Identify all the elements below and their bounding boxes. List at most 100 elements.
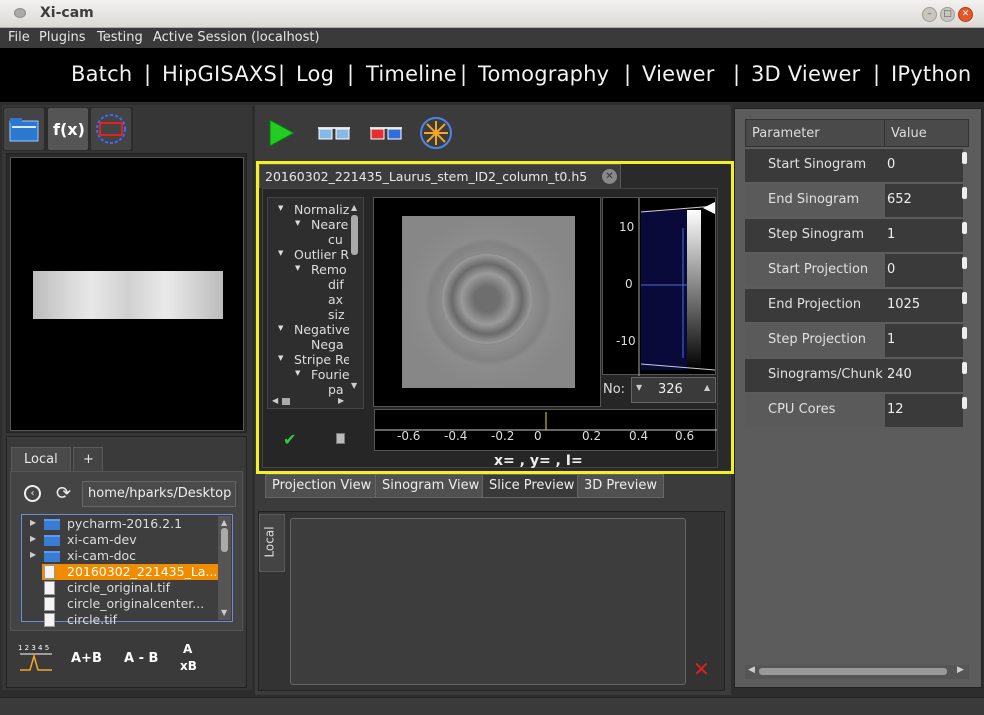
refresh-icon[interactable]: ⟳ <box>56 483 71 504</box>
close-icon[interactable]: ✕ <box>958 7 973 22</box>
param-spin-icon[interactable] <box>962 327 967 339</box>
expand-arrow-icon[interactable]: ▶ <box>30 534 36 543</box>
tree-item[interactable]: Neare <box>311 217 348 232</box>
minimize-icon[interactable]: – <box>922 7 937 22</box>
param-spin-icon[interactable] <box>962 292 967 304</box>
tab-3d-preview[interactable]: 3D Preview <box>577 474 665 498</box>
param-spin-icon[interactable] <box>962 152 967 164</box>
tree-expand-arrow-icon[interactable]: ▼ <box>278 249 283 257</box>
trash-icon[interactable] <box>336 433 345 444</box>
param-value: 0 <box>887 262 896 277</box>
tree-expand-arrow-icon[interactable]: ▼ <box>278 354 283 362</box>
tree-expand-arrow-icon[interactable]: ▼ <box>295 264 300 272</box>
play-icon[interactable] <box>266 118 298 148</box>
file-list-item[interactable]: circle.tif <box>24 612 218 628</box>
tab-add[interactable]: + <box>73 447 103 472</box>
param-row: Step Sinogram 1 <box>745 219 967 252</box>
tree-item[interactable]: pa <box>328 382 344 397</box>
expand-arrow-icon[interactable]: ▶ <box>30 518 36 527</box>
clear-log-icon[interactable]: ✕ <box>693 657 710 681</box>
histogram-widget[interactable]: 10 0 -10 <box>602 197 716 376</box>
tree-expand-arrow-icon[interactable]: ▼ <box>295 219 300 227</box>
tree-item[interactable]: Nega <box>311 337 344 352</box>
file-list-item[interactable]: ▶ xi-cam-doc <box>24 548 218 564</box>
expand-arrow-icon[interactable]: ▶ <box>30 550 36 559</box>
tree-item[interactable]: siz <box>328 307 345 322</box>
param-value-field[interactable]: 1 <box>885 324 967 357</box>
tree-item[interactable]: Outlier R <box>294 247 349 262</box>
menu-plugins[interactable]: Plugins <box>39 30 86 45</box>
menu-testing[interactable]: Testing <box>97 30 143 45</box>
param-hscrollbar[interactable]: ◀ ▶ <box>745 665 969 679</box>
image-view[interactable] <box>373 197 601 407</box>
nav-tomography[interactable]: Tomography <box>478 62 609 86</box>
slice-number-spinbox[interactable]: ▼ 326 ▲ <box>631 377 716 403</box>
tree-expand-arrow-icon[interactable]: ▼ <box>278 204 283 212</box>
subtract-tool-button[interactable]: A - B <box>124 651 158 666</box>
nav-separator: | <box>624 62 632 86</box>
function-icon[interactable]: f(x) <box>48 108 88 150</box>
nav-batch[interactable]: Batch <box>71 62 132 86</box>
maximize-icon[interactable]: □ <box>940 7 955 22</box>
spectrum-tool-icon[interactable]: 1 2 3 4 5 <box>18 644 54 674</box>
param-spin-icon[interactable] <box>962 257 967 269</box>
file-list-item[interactable]: 20160302_221435_La... <box>42 564 218 580</box>
document-tab[interactable]: 20160302_221435_Laurus_stem_ID2_column_t… <box>259 164 621 188</box>
tree-hscrollbar[interactable]: ◀ ▶ <box>270 396 350 408</box>
preview-glasses-icon[interactable] <box>316 120 352 146</box>
tree-expand-arrow-icon[interactable]: ▼ <box>278 324 283 332</box>
file-list-item[interactable]: ▶ xi-cam-dev <box>24 532 218 548</box>
tree-item[interactable]: Fourie <box>311 367 349 382</box>
param-spin-icon[interactable] <box>962 362 967 374</box>
nav-log[interactable]: Log <box>296 62 334 86</box>
slice-dropdown-arrow: ▼ <box>636 383 643 392</box>
add-tool-button[interactable]: A+B <box>71 651 102 666</box>
param-value-field[interactable]: 0 <box>885 149 967 182</box>
param-value-field[interactable]: 0 <box>885 254 967 287</box>
tree-item[interactable]: dif <box>328 277 344 292</box>
param-spin-icon[interactable] <box>962 397 967 409</box>
nav-ipython[interactable]: IPython <box>891 62 971 86</box>
profile-plot[interactable]: -0.6 -0.4 -0.2 0 0.2 0.4 0.6 <box>374 409 717 451</box>
center-detect-icon[interactable] <box>418 116 454 150</box>
folder-icon[interactable] <box>4 108 44 150</box>
param-spin-icon[interactable] <box>962 222 967 234</box>
tree-item[interactable]: cu <box>328 232 343 247</box>
file-list-scrollbar[interactable]: ▲ ▼ <box>218 516 231 620</box>
nav-timeline[interactable]: Timeline <box>366 62 457 86</box>
3d-glasses-icon[interactable] <box>368 120 404 146</box>
tree-scrollbar[interactable]: ▲ ▼ <box>349 201 361 391</box>
tab-slice-preview[interactable]: Slice Preview <box>482 474 582 498</box>
multiply-tool-button[interactable]: A xB <box>180 642 204 676</box>
tree-item[interactable]: Stripe Re <box>294 352 349 367</box>
back-icon[interactable]: ‹ <box>24 485 41 502</box>
tree-item[interactable]: Negative <box>294 322 349 337</box>
tab-sinogram-view[interactable]: Sinogram View <box>375 474 487 498</box>
accept-icon[interactable]: ✔ <box>283 430 296 449</box>
param-value-field[interactable]: 1025 <box>885 289 967 322</box>
tree-item[interactable]: Normaliz <box>294 202 349 217</box>
tab-local[interactable]: Local <box>11 447 71 472</box>
nav-viewer[interactable]: Viewer <box>642 62 715 86</box>
tree-expand-arrow-icon[interactable]: ▼ <box>295 369 300 377</box>
param-value-field[interactable]: 12 <box>885 394 967 427</box>
slice-number-label: No: <box>603 382 626 397</box>
tab-close-icon[interactable]: ✕ <box>602 169 617 184</box>
roi-icon[interactable] <box>91 108 131 150</box>
tab-projection-view[interactable]: Projection View <box>265 474 379 498</box>
menu-active-session[interactable]: Active Session (localhost) <box>153 30 320 45</box>
log-tab-local[interactable]: Local <box>259 514 285 572</box>
param-spin-icon[interactable] <box>962 187 967 199</box>
param-value-field[interactable]: 652 <box>885 184 967 217</box>
path-input[interactable]: home/hparks/Desktop <box>82 481 236 507</box>
file-list-item[interactable]: circle_original.tif <box>24 580 218 596</box>
tree-item[interactable]: ax <box>328 292 343 307</box>
nav-hipgisaxs[interactable]: HipGISAXS <box>162 62 277 86</box>
file-list-item[interactable]: ▶ pycharm-2016.2.1 <box>24 516 218 532</box>
file-list-item[interactable]: circle_originalcenter... <box>24 596 218 612</box>
tree-item[interactable]: Remo <box>311 262 347 277</box>
param-value-field[interactable]: 240 <box>885 359 967 392</box>
param-value-field[interactable]: 1 <box>885 219 967 252</box>
menu-file[interactable]: File <box>8 30 30 45</box>
nav-3d-viewer[interactable]: 3D Viewer <box>751 62 860 86</box>
